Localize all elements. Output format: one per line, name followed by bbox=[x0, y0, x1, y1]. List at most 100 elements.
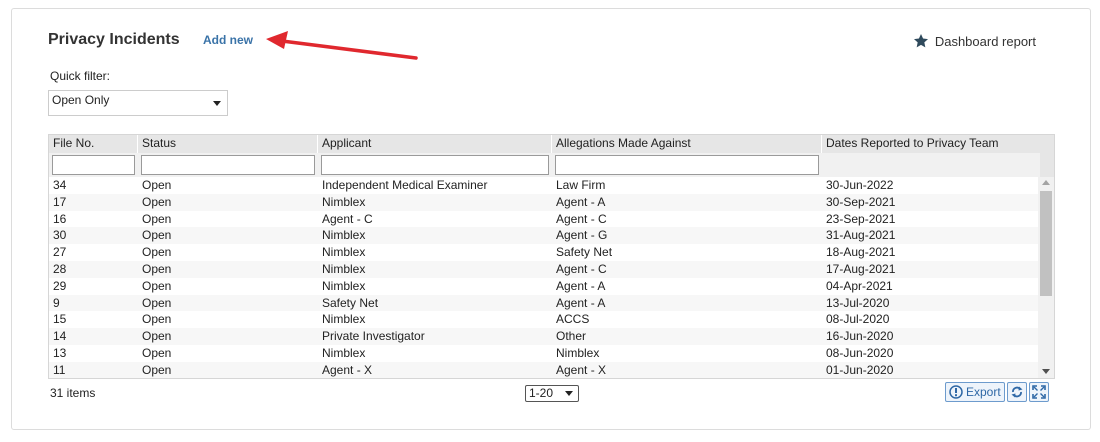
table-row[interactable]: 29 Open Nimblex Agent - A 04-Apr-2021 bbox=[49, 278, 1040, 295]
cell-file-no: 15 bbox=[53, 312, 67, 327]
quick-filter-value: Open Only bbox=[52, 93, 110, 107]
cell-file-no: 30 bbox=[53, 228, 67, 243]
cell-status: Open bbox=[142, 178, 172, 192]
cell-date-reported: 18-Aug-2021 bbox=[826, 245, 896, 260]
filter-applicant-input[interactable] bbox=[321, 155, 549, 175]
cell-status: Open bbox=[142, 194, 172, 209]
table-row[interactable]: 34 Open Independent Medical Examiner Law Fi… bbox=[49, 177, 1040, 194]
privacy-incidents-panel: Privacy Incidents Add new Dashboard repo… bbox=[11, 8, 1091, 430]
cell-allegations: Law Firm bbox=[556, 178, 606, 192]
cell-allegations: Nimblex bbox=[556, 345, 600, 360]
table-row[interactable]: 9 Open Safety Net Agent - A 13-Jul-2020 bbox=[49, 294, 1040, 312]
table-row[interactable]: 13 Open Nimblex Nimblex 08-Jun-2020 bbox=[49, 345, 1040, 362]
cell-status: Open bbox=[142, 362, 172, 377]
cell-file-no: 34 bbox=[53, 178, 67, 192]
incidents-grid: File No. Status Applicant Allegations Ma… bbox=[48, 134, 1055, 379]
table-row[interactable]: 28 Open Nimblex Agent - C 17-Aug-2021 bbox=[49, 260, 1040, 278]
column-header-file-no[interactable]: File No. bbox=[49, 135, 138, 153]
star-icon bbox=[913, 34, 928, 48]
cell-file-no: 13 bbox=[53, 345, 67, 360]
scrollbar-header-spacer bbox=[1038, 135, 1054, 177]
table-row[interactable]: 16 Open Agent - C Agent - C 23-Sep-2021 bbox=[49, 211, 1040, 228]
filter-allegations-input[interactable] bbox=[555, 155, 819, 175]
table-row[interactable]: 11 Open Agent - X Agent - X 01-Jun-2020 bbox=[49, 361, 1040, 378]
cell-allegations: ACCS bbox=[556, 312, 590, 327]
cell-status: Open bbox=[142, 228, 172, 243]
cell-date-reported: 08-Jun-2020 bbox=[826, 345, 894, 360]
quick-filter-label: Quick filter: bbox=[50, 69, 111, 83]
cell-applicant: Nimblex bbox=[322, 345, 366, 360]
column-header-applicant[interactable]: Applicant bbox=[318, 135, 552, 153]
export-button[interactable]: Export bbox=[945, 382, 1005, 402]
cell-status: Open bbox=[142, 278, 172, 293]
cell-applicant: Nimblex bbox=[322, 261, 366, 276]
cell-allegations: Agent - C bbox=[556, 261, 607, 276]
cell-file-no: 14 bbox=[53, 329, 67, 344]
chevron-down-icon bbox=[565, 391, 573, 396]
cell-applicant: Nimblex bbox=[322, 312, 366, 327]
cell-applicant: Nimblex bbox=[322, 194, 366, 209]
cell-date-reported: 23-Sep-2021 bbox=[826, 211, 896, 226]
cell-status: Open bbox=[142, 329, 172, 344]
cell-date-reported: 04-Apr-2021 bbox=[826, 278, 893, 293]
cell-date-reported: 08-Jul-2020 bbox=[826, 312, 890, 327]
cell-file-no: 29 bbox=[53, 278, 67, 293]
cell-file-no: 27 bbox=[53, 245, 67, 260]
filter-status-input[interactable] bbox=[141, 155, 315, 175]
grid-toolbar: Export bbox=[945, 382, 1049, 402]
cell-applicant: Agent - X bbox=[322, 362, 373, 377]
cell-file-no: 9 bbox=[53, 295, 60, 310]
column-header-status[interactable]: Status bbox=[138, 135, 318, 153]
cell-status: Open bbox=[142, 312, 172, 327]
refresh-icon bbox=[1011, 386, 1023, 398]
column-header-allegations[interactable]: Allegations Made Against bbox=[552, 135, 822, 153]
scroll-down-icon[interactable] bbox=[1042, 369, 1050, 374]
add-new-link[interactable]: Add new bbox=[203, 33, 253, 47]
table-row[interactable]: 14 Open Private Investigator Other 16-Jun-20… bbox=[49, 328, 1040, 345]
fullscreen-button[interactable] bbox=[1028, 382, 1049, 402]
page-size-select[interactable]: 1-20 bbox=[525, 385, 579, 402]
scrollbar-thumb[interactable] bbox=[1040, 191, 1052, 296]
cell-status: Open bbox=[142, 295, 172, 310]
scroll-up-icon[interactable] bbox=[1042, 180, 1050, 185]
cell-applicant: Nimblex bbox=[322, 245, 366, 260]
annotation-arrow-icon bbox=[266, 31, 418, 60]
cell-applicant: Agent - C bbox=[322, 211, 373, 226]
item-count: 31 items bbox=[50, 386, 96, 400]
grid-header: File No. Status Applicant Allegations Ma… bbox=[49, 135, 1040, 153]
cell-date-reported: 30-Sep-2021 bbox=[826, 194, 896, 209]
cell-date-reported: 13-Jul-2020 bbox=[826, 295, 890, 310]
cell-file-no: 17 bbox=[53, 194, 67, 209]
table-row[interactable]: 30 Open Nimblex Agent - G 31-Aug-2021 bbox=[49, 227, 1040, 245]
quick-filter-select[interactable]: Open Only bbox=[48, 90, 228, 116]
grid-filter-row bbox=[49, 153, 1040, 177]
filter-file-no-input[interactable] bbox=[52, 155, 135, 175]
table-row[interactable]: 27 Open Nimblex Safety Net 18-Aug-2021 bbox=[49, 244, 1040, 261]
refresh-button[interactable] bbox=[1006, 382, 1027, 402]
cell-file-no: 11 bbox=[53, 362, 66, 377]
cell-allegations: Agent - G bbox=[556, 228, 608, 243]
cell-date-reported: 16-Jun-2020 bbox=[826, 329, 894, 344]
cell-applicant: Nimblex bbox=[322, 228, 366, 243]
cell-date-reported: 17-Aug-2021 bbox=[826, 261, 896, 276]
cell-date-reported: 01-Jun-2020 bbox=[826, 362, 894, 377]
cell-status: Open bbox=[142, 211, 172, 226]
table-row[interactable]: 17 Open Nimblex Agent - A 30-Sep-2021 bbox=[49, 193, 1040, 211]
page-title: Privacy Incidents bbox=[48, 31, 180, 48]
cell-allegations: Agent - A bbox=[556, 295, 606, 310]
expand-icon bbox=[1031, 385, 1046, 399]
cell-status: Open bbox=[142, 261, 172, 276]
grid-rows: 34 Open Independent Medical Examiner Law Fi… bbox=[49, 177, 1040, 378]
export-label: Export bbox=[966, 385, 1001, 399]
cell-applicant: Independent Medical Examiner bbox=[322, 178, 488, 192]
cell-status: Open bbox=[142, 245, 172, 260]
column-header-dates-reported[interactable]: Dates Reported to Privacy Team bbox=[822, 135, 1040, 153]
cell-date-reported: 30-Jun-2022 bbox=[826, 178, 894, 192]
table-row[interactable]: 15 Open Nimblex ACCS 08-Jul-2020 bbox=[49, 311, 1040, 328]
export-icon bbox=[949, 385, 963, 399]
dashboard-report-link[interactable]: Dashboard report bbox=[913, 33, 1036, 49]
vertical-scrollbar[interactable] bbox=[1038, 177, 1054, 378]
dashboard-report-label: Dashboard report bbox=[934, 33, 1036, 49]
cell-allegations: Agent - X bbox=[556, 362, 607, 377]
cell-allegations: Agent - A bbox=[556, 278, 606, 293]
